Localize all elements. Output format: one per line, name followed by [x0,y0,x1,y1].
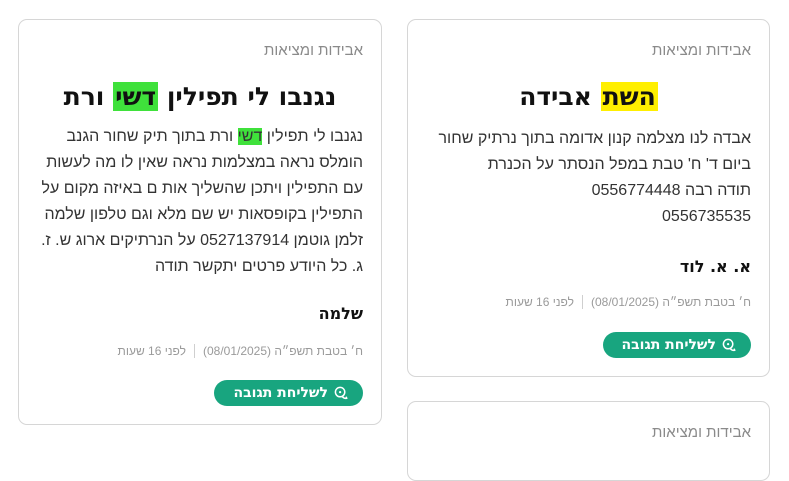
chat-bubbles-icon [722,338,736,351]
card-date: ח׳ בטבת תשפ״ה (08/01/2025) [202,344,363,358]
reply-button-label: לשליחת תגובה [621,337,716,353]
body-line: 0556735535 [662,208,751,225]
ad-card-lost-camera: אבידות ומציאות השת אבידה אבדה לנו מצלמה … [407,19,770,377]
reply-button[interactable]: לשליחת תגובה [603,332,751,358]
card-title: השת אבידה [519,82,658,111]
meta-divider [581,295,583,309]
card-body: אבדה לנו מצלמה קנון אדומה בתוך נרתיק שחו… [422,126,752,230]
body-line: תודה רבה 0556774448 [591,182,751,199]
card-category: אבידות ומציאות [652,42,751,59]
body-line: אבדה לנו מצלמה קנון אדומה בתוך נרתיק שחו… [438,130,752,147]
card-time-ago: לפני 16 שעות [117,344,186,358]
card-meta: ח׳ בטבת תשפ״ה (08/01/2025) לפני 16 שעות [118,344,363,358]
card-signature: א. א. לוד [679,257,751,276]
card-category: אבידות ומציאות [652,424,751,441]
card-category: אבידות ומציאות [264,42,363,59]
card-title: נגנבו לי תפילין דשי ורת [63,82,337,111]
card-body: נגנבו לי תפילין דשי ורת בתוך תיק שחור הג… [41,128,363,275]
reply-button[interactable]: לשליחת תגובה [214,380,363,406]
ad-card-partial: אבידות ומציאות [407,401,770,481]
body-line: ביום ד' ח' טבת במפל הנסתר על הכנרת [487,156,751,173]
meta-divider [193,344,195,358]
reply-button-label: לשליחת תגובה [233,385,328,401]
ad-card-stolen-tefillin: אבידות ומציאות נגנבו לי תפילין דשי ורת נ… [18,19,382,425]
card-time-ago: לפני 16 שעות [505,295,574,309]
card-date: ח׳ בטבת תשפ״ה (08/01/2025) [590,295,751,309]
chat-bubbles-icon [334,386,348,399]
card-signature: שלמה [318,304,363,323]
card-meta: ח׳ בטבת תשפ״ה (08/01/2025) לפני 16 שעות [506,295,751,309]
